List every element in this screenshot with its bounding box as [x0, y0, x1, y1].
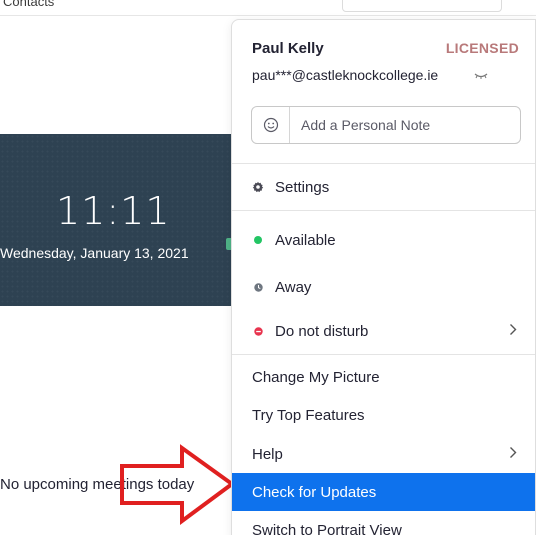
gear-icon — [252, 181, 264, 193]
switch-portrait-view-item[interactable]: Switch to Portrait View — [232, 511, 535, 535]
change-picture-item[interactable]: Change My Picture — [232, 358, 535, 396]
clock-card: 11:11 Wednesday, January 13, 2021 — [0, 134, 254, 306]
check-for-updates-label: Check for Updates — [252, 483, 377, 501]
available-label: Available — [275, 231, 336, 249]
away-label: Away — [275, 278, 312, 296]
do-not-disturb-label: Do not disturb — [275, 322, 369, 340]
status-do-not-disturb-item[interactable]: Do not disturb — [232, 312, 535, 350]
personal-note-placeholder: Add a Personal Note — [301, 117, 431, 133]
status-away-item[interactable]: Away — [232, 268, 535, 306]
try-top-features-label: Try Top Features — [252, 406, 365, 424]
red-arrow-annotation — [120, 444, 236, 525]
change-picture-label: Change My Picture — [252, 368, 380, 386]
settings-label: Settings — [275, 178, 330, 196]
available-status-dot-icon — [252, 234, 264, 246]
check-for-updates-item[interactable]: Check for Updates — [232, 473, 535, 511]
chevron-right-icon — [510, 324, 517, 335]
profile-dropdown-menu: Paul Kelly LICENSED pau***@castleknockco… — [231, 19, 536, 535]
clock-date: Wednesday, January 13, 2021 — [0, 245, 189, 261]
license-badge: LICENSED — [445, 40, 519, 56]
away-clock-icon — [252, 281, 264, 293]
hide-email-eye-icon[interactable] — [474, 73, 488, 79]
status-available-item[interactable]: Available — [232, 221, 535, 259]
emoji-icon[interactable] — [252, 107, 290, 143]
divider — [232, 163, 535, 164]
divider — [232, 210, 535, 211]
switch-portrait-view-label: Switch to Portrait View — [252, 521, 402, 535]
try-top-features-item[interactable]: Try Top Features — [232, 396, 535, 434]
divider — [232, 354, 535, 355]
user-email: pau***@castleknockcollege.ie — [252, 67, 439, 83]
help-label: Help — [252, 445, 283, 463]
contacts-tab[interactable]: Contacts — [3, 0, 54, 9]
top-search-field[interactable] — [342, 0, 502, 12]
help-item[interactable]: Help — [232, 435, 535, 473]
do-not-disturb-icon — [252, 325, 264, 337]
chevron-right-icon — [510, 447, 517, 458]
user-name: Paul Kelly — [252, 40, 324, 57]
clock-time: 11:11 — [56, 189, 171, 233]
personal-note-input[interactable]: Add a Personal Note — [251, 106, 521, 144]
settings-item[interactable]: Settings — [232, 168, 535, 206]
